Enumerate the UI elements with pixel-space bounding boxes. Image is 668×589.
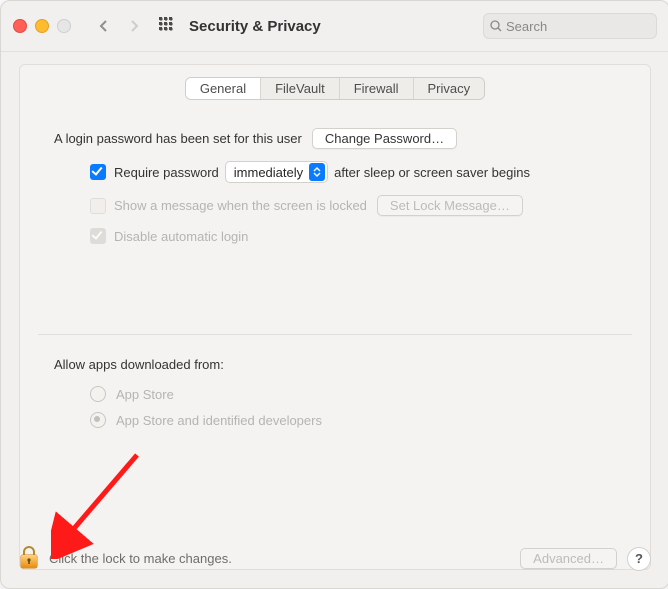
search-icon [490,20,502,32]
stepper-icon [309,163,325,181]
show-message-checkbox [90,198,106,214]
preferences-window: Security & Privacy Search General FileVa… [0,0,668,589]
lock-area[interactable]: Click the lock to make changes. [19,545,232,572]
close-window-button[interactable] [13,19,27,33]
appstore-identified-row: App Store and identified developers [54,412,616,428]
require-password-after-text: after sleep or screen saver begins [334,165,530,180]
lock-icon[interactable] [19,545,39,572]
require-password-checkbox[interactable] [90,164,106,180]
disable-auto-login-checkbox [90,228,106,244]
help-button[interactable]: ? [627,547,651,571]
tab-bar: General FileVault Firewall Privacy [20,77,650,100]
divider [38,334,632,335]
change-password-button[interactable]: Change Password… [312,128,457,149]
content-panel: General FileVault Firewall Privacy A log… [19,64,651,570]
appstore-identified-radio [90,412,106,428]
password-set-text: A login password has been set for this u… [54,131,302,146]
window-title: Security & Privacy [189,18,321,35]
tab-filevault[interactable]: FileVault [261,78,340,99]
disable-auto-login-row: Disable automatic login [54,228,616,244]
set-lock-message-button: Set Lock Message… [377,195,523,216]
back-button[interactable] [91,13,117,39]
tab-firewall[interactable]: Firewall [340,78,414,99]
appstore-identified-label: App Store and identified developers [116,413,322,428]
forward-button[interactable] [121,13,147,39]
body: General FileVault Firewall Privacy A log… [1,52,668,588]
titlebar: Security & Privacy Search [1,1,668,52]
require-password-row: Require password immediately after sleep… [54,161,616,183]
bottom-bar: Click the lock to make changes. Advanced… [1,533,668,588]
appstore-row: App Store [54,386,616,402]
show-message-row: Show a message when the screen is locked… [54,195,616,216]
window-controls [13,19,71,33]
require-password-delay-value: immediately [234,165,303,180]
search-placeholder: Search [506,19,547,34]
advanced-button[interactable]: Advanced… [520,548,617,569]
disable-auto-login-label: Disable automatic login [114,229,248,244]
lock-text: Click the lock to make changes. [49,551,232,566]
zoom-window-button[interactable] [57,19,71,33]
minimize-window-button[interactable] [35,19,49,33]
show-message-label: Show a message when the screen is locked [114,198,367,213]
tab-general[interactable]: General [186,78,261,99]
appstore-radio [90,386,106,402]
tab-strip: General FileVault Firewall Privacy [185,77,485,100]
tab-privacy[interactable]: Privacy [414,78,485,99]
require-password-label: Require password [114,165,219,180]
show-all-icon[interactable] [159,17,175,36]
require-password-delay-select[interactable]: immediately [225,161,328,183]
appstore-label: App Store [116,387,174,402]
search-field[interactable]: Search [483,13,657,39]
allow-apps-label: Allow apps downloaded from: [54,357,650,372]
password-set-row: A login password has been set for this u… [54,128,616,149]
general-content: A login password has been set for this u… [20,100,650,254]
